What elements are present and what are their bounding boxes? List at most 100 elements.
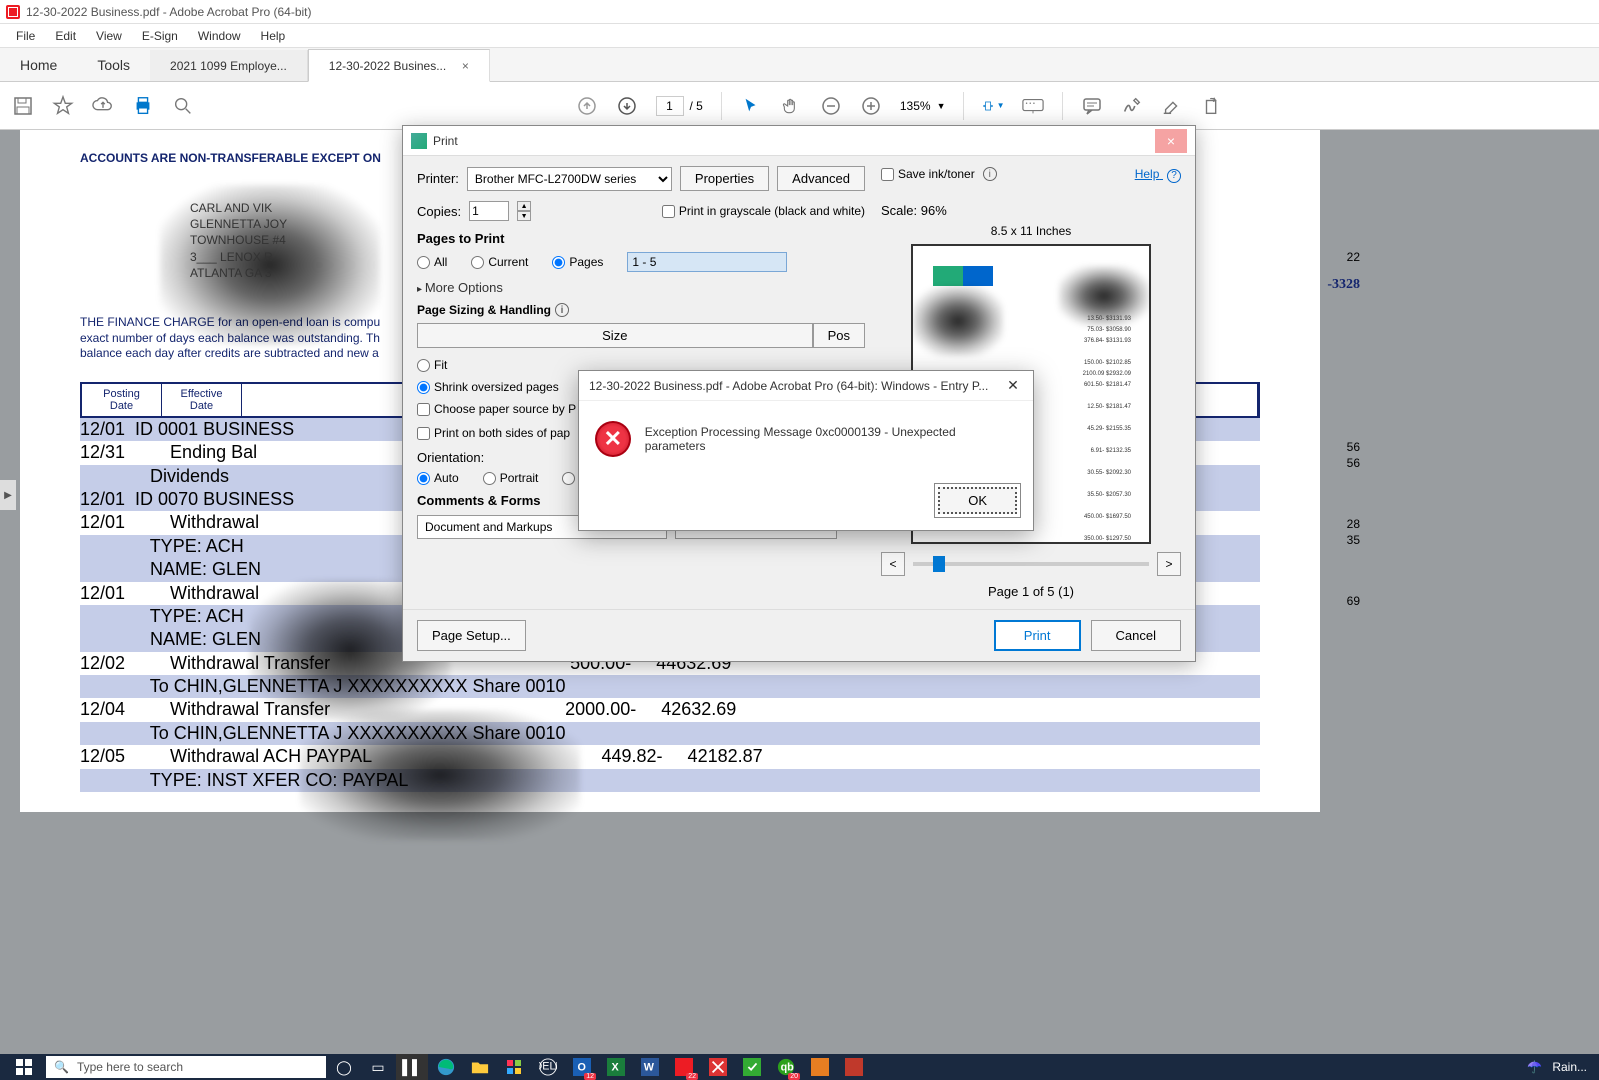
taskbar-word-icon[interactable]: W xyxy=(634,1054,666,1080)
print-dialog-titlebar[interactable]: Print × xyxy=(403,126,1195,156)
close-tab-icon[interactable]: × xyxy=(462,59,469,73)
radio-portrait[interactable]: Portrait xyxy=(483,471,539,485)
taskbar-quickbooks-icon[interactable]: qb20 xyxy=(770,1054,802,1080)
preview-slider[interactable] xyxy=(913,562,1149,566)
comment-icon[interactable] xyxy=(1081,95,1103,117)
taskbar-acrobat-icon[interactable]: 22 xyxy=(668,1054,700,1080)
poster-button[interactable]: Pos xyxy=(813,323,865,348)
table-row: 12/04 Withdrawal Transfer 2000.00- 42632… xyxy=(80,698,1260,721)
dimensions-label: 8.5 x 11 Inches xyxy=(881,224,1181,238)
taskbar-app-green[interactable] xyxy=(736,1054,768,1080)
sign-icon[interactable] xyxy=(1121,95,1143,117)
select-tool-icon[interactable] xyxy=(740,95,762,117)
tab-doc-1099[interactable]: 2021 1099 Employe... xyxy=(150,50,308,81)
rotate-icon[interactable] xyxy=(1201,95,1223,117)
taskbar-search[interactable]: 🔍 Type here to search xyxy=(46,1056,326,1078)
side-panel-expand[interactable]: ▶ xyxy=(0,480,16,510)
scale-label: Scale: 96% xyxy=(881,203,1181,218)
properties-button[interactable]: Properties xyxy=(680,166,769,191)
cloud-upload-icon[interactable] xyxy=(92,95,114,117)
radio-shrink[interactable]: Shrink oversized pages xyxy=(417,380,559,394)
radio-auto[interactable]: Auto xyxy=(417,471,459,485)
svg-text:X: X xyxy=(612,1062,620,1074)
table-row: TYPE: INST XFER CO: PAYPAL xyxy=(80,769,1260,792)
taskbar-dell-icon[interactable]: DELL xyxy=(532,1054,564,1080)
zoom-level[interactable]: 135% ▼ xyxy=(900,99,946,113)
radio-fit[interactable]: Fit xyxy=(417,358,447,372)
system-tray[interactable]: ☂️ Rain... xyxy=(1527,1060,1595,1074)
tab-tools[interactable]: Tools xyxy=(77,49,150,81)
search-icon[interactable] xyxy=(172,95,194,117)
taskbar-app-red2[interactable] xyxy=(838,1054,870,1080)
cancel-button[interactable]: Cancel xyxy=(1091,620,1181,651)
pdf-app-icon xyxy=(6,5,20,19)
advanced-button[interactable]: Advanced xyxy=(777,166,865,191)
menubar: File Edit View E-Sign Window Help xyxy=(0,24,1599,48)
pages-range-input[interactable] xyxy=(627,252,787,272)
radio-pages[interactable]: Pages xyxy=(552,255,603,269)
copies-spinner[interactable]: ▲▼ xyxy=(517,201,531,221)
svg-text:qb: qb xyxy=(781,1062,795,1074)
tab-home[interactable]: Home xyxy=(0,49,77,81)
copies-input[interactable] xyxy=(469,201,509,221)
help-link[interactable]: Help ? xyxy=(1135,166,1181,183)
taskbar-app-orange[interactable] xyxy=(804,1054,836,1080)
preview-prev-button[interactable]: < xyxy=(881,552,905,576)
window-titlebar: 12-30-2022 Business.pdf - Adobe Acrobat … xyxy=(0,0,1599,24)
error-titlebar[interactable]: 12-30-2022 Business.pdf - Adobe Acrobat … xyxy=(579,371,1033,401)
taskbar-excel-icon[interactable]: X xyxy=(600,1054,632,1080)
taskbar-explorer-icon[interactable] xyxy=(464,1054,496,1080)
info-icon[interactable]: i xyxy=(983,167,997,181)
menu-esign[interactable]: E-Sign xyxy=(134,27,186,45)
print-dialog-close-button[interactable]: × xyxy=(1155,129,1187,153)
save-ink-checkbox[interactable]: Save ink/toner xyxy=(881,167,975,181)
menu-window[interactable]: Window xyxy=(190,27,249,45)
copies-label: Copies: xyxy=(417,204,461,219)
hand-tool-icon[interactable] xyxy=(780,95,802,117)
print-icon[interactable] xyxy=(132,95,154,117)
menu-view[interactable]: View xyxy=(88,27,130,45)
zoom-out-icon[interactable] xyxy=(820,95,842,117)
start-button[interactable] xyxy=(4,1054,44,1080)
keyboard-icon[interactable] xyxy=(1022,95,1044,117)
fit-width-icon[interactable]: ▼ xyxy=(982,95,1004,117)
more-options-toggle[interactable]: More Options xyxy=(417,280,865,295)
page-setup-button[interactable]: Page Setup... xyxy=(417,620,526,651)
page-down-icon[interactable] xyxy=(616,95,638,117)
highlight-icon[interactable] xyxy=(1161,95,1183,117)
save-icon[interactable] xyxy=(12,95,34,117)
menu-edit[interactable]: Edit xyxy=(47,27,84,45)
menu-file[interactable]: File xyxy=(8,27,43,45)
tabbar: Home Tools 2021 1099 Employe... 12-30-20… xyxy=(0,48,1599,82)
task-view-icon[interactable]: ▭ xyxy=(362,1054,394,1080)
zoom-in-icon[interactable] xyxy=(860,95,882,117)
error-ok-button[interactable]: OK xyxy=(938,487,1017,514)
taskbar-app-1[interactable]: ▌▌ xyxy=(396,1054,428,1080)
menu-help[interactable]: Help xyxy=(253,27,294,45)
taskbar-outlook-icon[interactable]: O12 xyxy=(566,1054,598,1080)
grayscale-checkbox[interactable]: Print in grayscale (black and white) xyxy=(662,204,865,218)
radio-current[interactable]: Current xyxy=(471,255,528,269)
star-icon[interactable] xyxy=(52,95,74,117)
page-current-input[interactable] xyxy=(656,96,684,116)
info-icon[interactable]: i xyxy=(555,303,569,317)
preview-next-button[interactable]: > xyxy=(1157,552,1181,576)
page-indicator: / 5 xyxy=(656,96,703,116)
print-button[interactable]: Print xyxy=(994,620,1081,651)
taskbar-edge-icon[interactable] xyxy=(430,1054,462,1080)
tab-doc-business[interactable]: 12-30-2022 Busines... × xyxy=(308,49,490,82)
error-dialog: 12-30-2022 Business.pdf - Adobe Acrobat … xyxy=(578,370,1034,531)
page-up-icon[interactable] xyxy=(576,95,598,117)
error-close-button[interactable]: ✕ xyxy=(1003,377,1023,394)
error-title: 12-30-2022 Business.pdf - Adobe Acrobat … xyxy=(589,379,1003,393)
weather-text: Rain... xyxy=(1552,1060,1587,1074)
printer-select[interactable]: Brother MFC-L2700DW series xyxy=(467,167,672,191)
cortana-icon[interactable]: ◯ xyxy=(328,1054,360,1080)
radio-all[interactable]: All xyxy=(417,255,447,269)
taskbar-store-icon[interactable] xyxy=(498,1054,530,1080)
size-button[interactable]: Size xyxy=(417,323,813,348)
sizing-handling-heading: Page Sizing & Handlingi xyxy=(417,303,865,317)
error-icon: ✕ xyxy=(595,421,631,457)
taskbar-snip-icon[interactable] xyxy=(702,1054,734,1080)
preview-page-label: Page 1 of 5 (1) xyxy=(881,584,1181,599)
